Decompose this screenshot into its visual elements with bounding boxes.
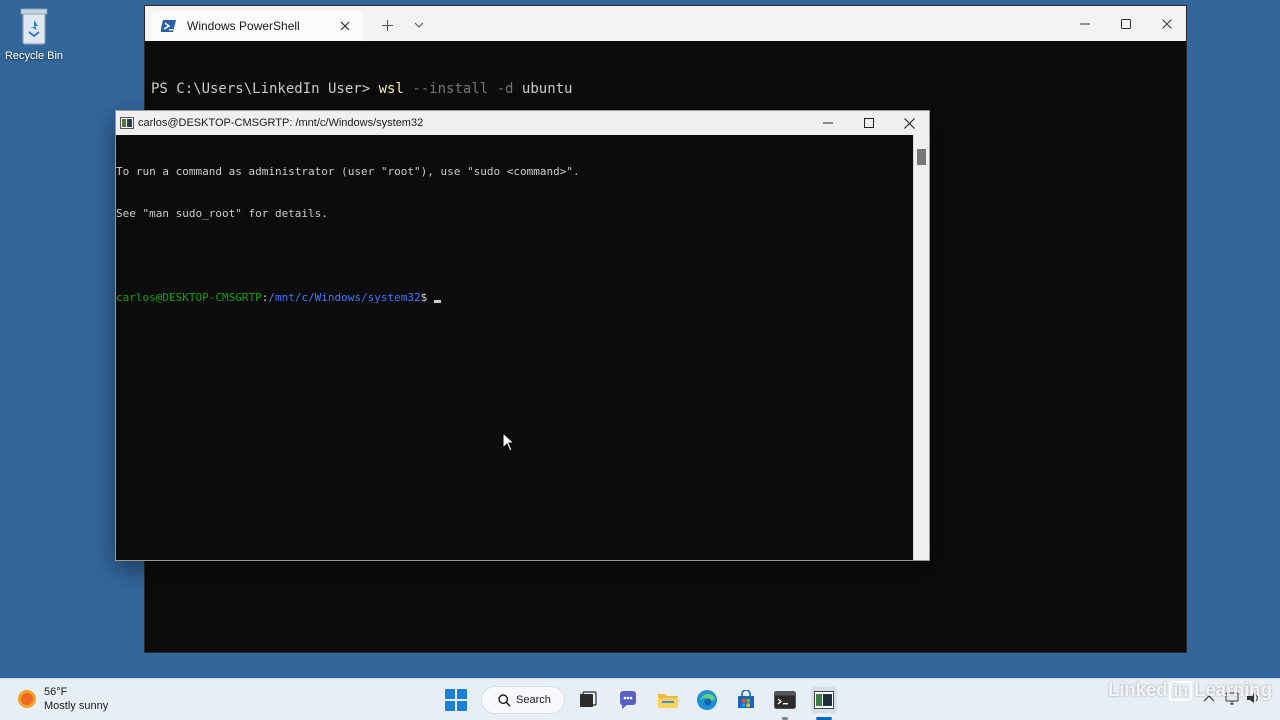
tab-dropdown-button[interactable] bbox=[411, 17, 427, 33]
edge-browser-icon bbox=[697, 690, 717, 710]
powershell-command-line: PS C:\Users\LinkedIn User> wsl --install… bbox=[151, 81, 1186, 98]
scrollbar-thumb[interactable] bbox=[917, 149, 926, 165]
ps-arg-ubuntu: ubuntu bbox=[521, 81, 573, 97]
plus-icon bbox=[381, 19, 393, 31]
vertical-scrollbar[interactable] bbox=[913, 135, 929, 560]
text-cursor bbox=[434, 300, 442, 303]
task-view-button[interactable] bbox=[575, 687, 601, 713]
new-tab-button[interactable] bbox=[379, 17, 395, 33]
close-icon bbox=[903, 117, 915, 129]
minimize-button[interactable] bbox=[1075, 14, 1095, 34]
maximize-icon bbox=[864, 118, 874, 128]
recycle-bin-icon bbox=[20, 8, 48, 45]
task-view-icon bbox=[580, 691, 597, 707]
prompt-user-host: carlos@DESKTOP-CMSGRTP bbox=[116, 291, 262, 304]
start-button[interactable] bbox=[443, 687, 469, 713]
tab-windows-powershell[interactable]: Windows PowerShell bbox=[151, 11, 363, 41]
chevron-down-icon bbox=[414, 22, 424, 28]
minimize-icon bbox=[823, 122, 833, 124]
minimize-icon bbox=[1080, 23, 1090, 25]
close-icon bbox=[340, 21, 350, 31]
linkedin-learning-watermark: Linked in Learning bbox=[1108, 680, 1272, 702]
watermark-linked: Linked bbox=[1108, 680, 1168, 701]
prompt-symbol: $ bbox=[420, 291, 428, 304]
ubuntu-prompt-line[interactable]: carlos@DESKTOP-CMSGRTP:/mnt/c/Windows/sy… bbox=[116, 291, 929, 305]
close-button[interactable] bbox=[1157, 14, 1177, 34]
windows-start-icon bbox=[445, 689, 467, 711]
maximize-button[interactable] bbox=[1116, 14, 1136, 34]
microsoft-store-button[interactable] bbox=[733, 687, 759, 713]
weather-description: Mostly sunny bbox=[44, 700, 109, 712]
ubuntu-titlebar[interactable]: carlos@DESKTOP-CMSGRTP: /mnt/c/Windows/s… bbox=[116, 111, 929, 135]
taskbar: 56°F Mostly sunny Search bbox=[0, 678, 1280, 720]
watermark-in: in bbox=[1169, 681, 1192, 701]
weather-temperature: 56°F bbox=[44, 686, 68, 698]
close-icon bbox=[1162, 19, 1172, 29]
ps-param-distro: -d bbox=[496, 81, 514, 97]
weather-widget[interactable]: 56°F Mostly sunny bbox=[16, 685, 108, 713]
ubuntu-wsl-icon bbox=[814, 691, 834, 709]
terminal-icon bbox=[774, 691, 796, 709]
edge-browser-button[interactable] bbox=[694, 687, 720, 713]
taskbar-search-button[interactable]: Search bbox=[481, 686, 565, 714]
powershell-icon bbox=[161, 20, 176, 32]
ubuntu-terminal-output[interactable]: To run a command as administrator (user … bbox=[116, 135, 929, 560]
mouse-pointer-icon bbox=[502, 432, 516, 452]
maximize-button[interactable] bbox=[859, 113, 879, 133]
ubuntu-wsl-icon bbox=[120, 117, 134, 129]
chat-button[interactable] bbox=[615, 687, 641, 713]
search-label: Search bbox=[516, 694, 551, 706]
close-button[interactable] bbox=[899, 113, 919, 133]
watermark-learning: Learning bbox=[1193, 680, 1272, 701]
teams-chat-icon bbox=[619, 691, 636, 709]
search-icon bbox=[498, 693, 511, 707]
ubuntu-message-line: To run a command as administrator (user … bbox=[116, 165, 580, 178]
tab-title: Windows PowerShell bbox=[187, 19, 300, 33]
file-explorer-button[interactable] bbox=[655, 687, 681, 713]
ubuntu-window-title: carlos@DESKTOP-CMSGRTP: /mnt/c/Windows/s… bbox=[138, 117, 424, 129]
tab-close-button[interactable] bbox=[337, 18, 353, 34]
ps-prompt: PS C:\Users\LinkedIn User> bbox=[151, 81, 379, 97]
terminal-button[interactable] bbox=[772, 687, 798, 713]
ubuntu-console-window[interactable]: carlos@DESKTOP-CMSGRTP: /mnt/c/Windows/s… bbox=[115, 110, 930, 561]
microsoft-store-icon bbox=[738, 690, 754, 708]
minimize-button[interactable] bbox=[818, 113, 838, 133]
terminal-titlebar[interactable]: Windows PowerShell bbox=[145, 6, 1186, 41]
sunny-weather-icon bbox=[18, 690, 36, 708]
maximize-icon bbox=[1121, 19, 1131, 29]
ps-command: wsl bbox=[378, 81, 404, 97]
recycle-bin-shortcut[interactable]: Recycle Bin bbox=[4, 6, 64, 62]
recycle-bin-label: Recycle Bin bbox=[4, 50, 64, 62]
prompt-path: /mnt/c/Windows/system32 bbox=[268, 291, 421, 304]
file-explorer-icon bbox=[658, 694, 678, 708]
ubuntu-wsl-taskbar-button[interactable] bbox=[811, 687, 837, 713]
ubuntu-message-line: See "man sudo_root" for details. bbox=[116, 207, 328, 220]
ps-param-install: --install bbox=[412, 81, 489, 97]
